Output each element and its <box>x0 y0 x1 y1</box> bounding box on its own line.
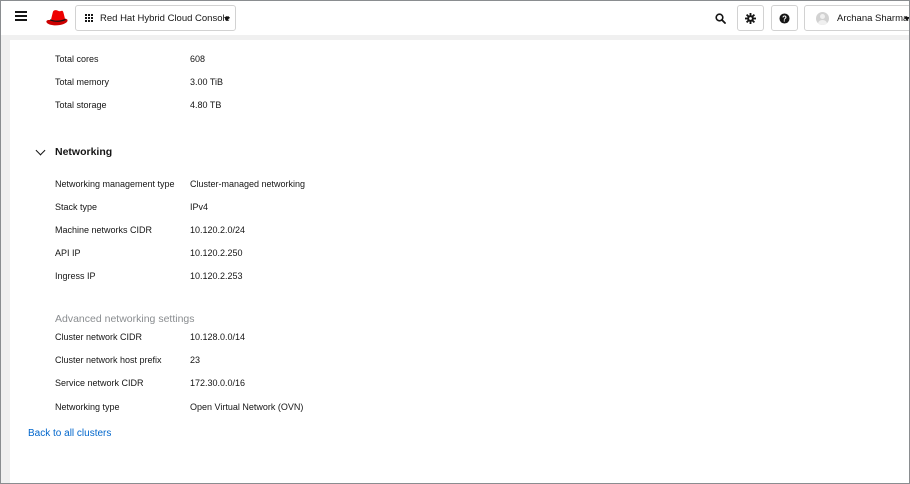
networking-section-toggle[interactable]: Networking <box>35 145 113 158</box>
networking-type-value: Open Virtual Network (OVN) <box>190 402 304 412</box>
back-to-all-clusters-link[interactable]: Back to all clusters <box>28 428 111 439</box>
advanced-networking-heading: Advanced networking settings <box>55 313 195 325</box>
user-avatar-icon <box>816 11 829 25</box>
hamburger-menu-icon[interactable] <box>15 11 27 23</box>
svg-text:?: ? <box>782 14 787 23</box>
cluster-network-cidr-value: 10.128.0.0/14 <box>190 332 246 342</box>
cluster-network-host-prefix-label: Cluster network host prefix <box>55 355 162 365</box>
networking-management-type-value: Cluster-managed networking <box>190 179 306 189</box>
ingress-ip-value: 10.120.2.253 <box>190 271 243 281</box>
stack-type-value: IPv4 <box>190 202 209 212</box>
masthead: Red Hat Hybrid Cloud Console ? Archana S… <box>1 1 909 35</box>
total-memory-label: Total memory <box>55 77 110 87</box>
cluster-network-host-prefix-value: 23 <box>190 355 201 365</box>
caret-down-icon <box>224 17 230 21</box>
service-network-cidr-label: Service network CIDR <box>55 378 144 388</box>
api-ip-label: API IP <box>55 248 81 258</box>
app-switcher-label: Red Hat Hybrid Cloud Console <box>100 12 230 24</box>
app-switcher-dropdown[interactable]: Red Hat Hybrid Cloud Console <box>75 5 236 31</box>
redhat-logo[interactable] <box>45 7 69 27</box>
search-icon <box>714 12 726 24</box>
total-cores-label: Total cores <box>55 54 99 64</box>
cluster-network-cidr-label: Cluster network CIDR <box>55 332 143 342</box>
grid-icon <box>85 13 94 23</box>
networking-management-type-label: Networking management type <box>55 179 175 189</box>
machine-networks-cidr-label: Machine networks CIDR <box>55 225 153 235</box>
cluster-details-panel: Total cores 608 Total memory 3.00 TiB To… <box>10 40 909 483</box>
ingress-ip-label: Ingress IP <box>55 271 96 281</box>
settings-button[interactable] <box>737 5 764 31</box>
machine-networks-cidr-value: 10.120.2.0/24 <box>190 225 246 235</box>
chevron-down-icon <box>35 145 46 156</box>
user-name: Archana Sharma <box>837 12 909 24</box>
search-button[interactable] <box>710 8 730 28</box>
total-memory-value: 3.00 TiB <box>190 77 224 87</box>
app-window: Red Hat Hybrid Cloud Console ? Archana S… <box>0 0 910 484</box>
gear-icon <box>745 12 756 24</box>
networking-section-title: Networking <box>55 146 113 158</box>
user-menu-dropdown[interactable]: Archana Sharma <box>804 5 909 31</box>
networking-type-label: Networking type <box>55 402 120 412</box>
service-network-cidr-value: 172.30.0.0/16 <box>190 378 246 388</box>
caret-down-icon <box>904 17 909 21</box>
total-storage-label: Total storage <box>55 100 107 110</box>
total-cores-value: 608 <box>190 54 206 64</box>
api-ip-value: 10.120.2.250 <box>190 248 243 258</box>
question-circle-icon: ? <box>779 12 790 24</box>
stack-type-label: Stack type <box>55 202 98 212</box>
help-button[interactable]: ? <box>771 5 798 31</box>
total-storage-value: 4.80 TB <box>190 100 222 110</box>
